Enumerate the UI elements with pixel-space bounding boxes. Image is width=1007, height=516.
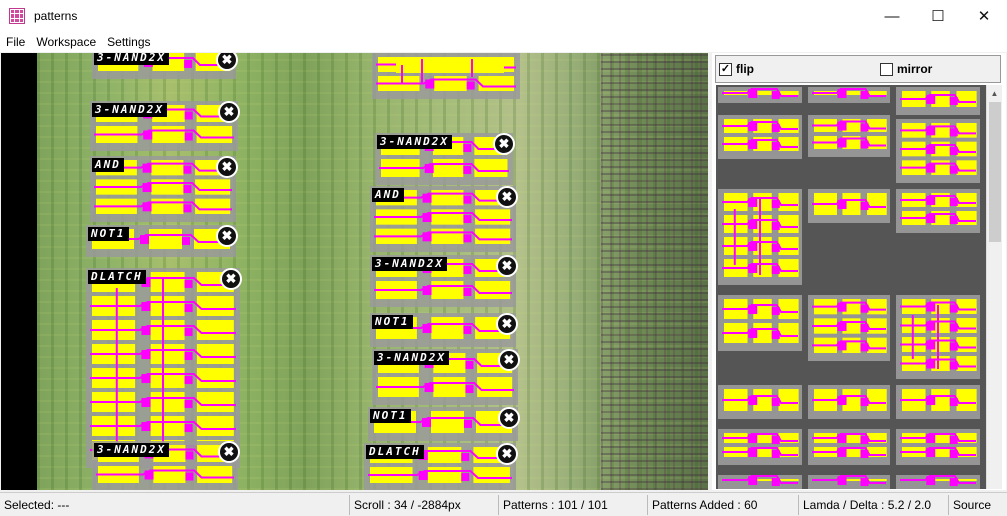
remove-cell-icon[interactable]: ✖: [218, 441, 240, 463]
status-patterns-added: Patterns Added : 60: [648, 494, 799, 515]
cell-label: NOT1: [88, 227, 129, 241]
pattern-cell[interactable]: 3-NAND2X ✖: [90, 101, 240, 151]
die-image-texture: [601, 53, 708, 490]
remove-cell-icon[interactable]: ✖: [496, 255, 518, 277]
pattern-thumbnail[interactable]: [718, 429, 802, 465]
app-icon: [9, 8, 25, 24]
remove-cell-icon[interactable]: ✖: [498, 407, 520, 429]
flip-check-box[interactable]: ✓: [719, 62, 732, 76]
pattern-thumbnail[interactable]: [718, 385, 802, 419]
pattern-thumbnail[interactable]: [718, 87, 802, 103]
pattern-thumbnail[interactable]: [718, 189, 802, 285]
remove-cell-icon[interactable]: ✖: [220, 268, 242, 290]
status-scroll: Scroll : 34 / -2884px: [350, 494, 499, 515]
remove-cell-icon[interactable]: ✖: [216, 225, 238, 247]
mirror-label: mirror: [897, 62, 933, 76]
cell-label: 3-NAND2X: [377, 135, 452, 149]
pattern-cell[interactable]: 3-NAND2X ✖: [92, 53, 238, 79]
flip-label: flip: [736, 62, 754, 76]
pattern-thumbnail[interactable]: [808, 429, 890, 465]
pattern-thumbnail[interactable]: [808, 385, 890, 419]
title-bar: patterns — ☐ ✕: [0, 0, 1007, 32]
pattern-cell[interactable]: 3-NAND2X ✖: [92, 441, 240, 490]
remove-cell-icon[interactable]: ✖: [218, 101, 240, 123]
pattern-cell[interactable]: AND ✖: [370, 186, 518, 252]
pattern-thumbnail[interactable]: [808, 295, 890, 361]
cell-label: AND: [372, 188, 404, 202]
pattern-cell[interactable]: NOT1 ✖: [368, 407, 520, 441]
pattern-thumbnail[interactable]: [896, 295, 980, 379]
status-patterns: Patterns : 101 / 101: [499, 494, 648, 515]
pattern-thumbnail[interactable]: [808, 475, 890, 489]
status-selected: Selected: ---: [0, 494, 350, 515]
menu-bar: File Workspace Settings: [0, 32, 1007, 52]
cell-label: 3-NAND2X: [372, 257, 447, 271]
pattern-thumbnail[interactable]: [718, 295, 802, 351]
pattern-thumbnail[interactable]: [808, 189, 890, 223]
workspace-canvas[interactable]: 3-NAND2X ✖ 3-NAND2X ✖ AND ✖ NOT1 ✖ DLATCH ✖ 3-NAND…: [1, 53, 708, 490]
maximize-button[interactable]: ☐: [915, 0, 961, 32]
cell-label: 3-NAND2X: [94, 443, 169, 457]
pattern-cell[interactable]: AND ✖: [90, 156, 238, 222]
flip-checkbox[interactable]: ✓ flip: [719, 62, 754, 76]
window-title: patterns: [34, 9, 78, 23]
remove-cell-icon[interactable]: ✖: [216, 156, 238, 178]
cell-label: 3-NAND2X: [92, 103, 167, 117]
pattern-cell[interactable]: DLATCH ✖: [364, 443, 518, 490]
pattern-thumbnail[interactable]: [896, 385, 980, 419]
pattern-thumbnail[interactable]: [718, 475, 802, 489]
minimize-button[interactable]: —: [869, 0, 915, 32]
gallery-scrollbar[interactable]: ▲: [986, 85, 1002, 489]
status-lamda-delta: Lamda / Delta : 5.2 / 2.0: [799, 494, 949, 515]
scroll-up-icon[interactable]: ▲: [987, 85, 1002, 101]
pattern-cell[interactable]: 3-NAND2X ✖: [370, 255, 518, 307]
pattern-thumbnail[interactable]: [896, 429, 980, 465]
mirror-checkbox[interactable]: mirror: [880, 62, 932, 76]
pattern-cell[interactable]: [372, 53, 520, 99]
status-bar: Selected: --- Scroll : 34 / -2884px Patt…: [0, 492, 1007, 516]
pattern-thumbnail[interactable]: [718, 115, 802, 159]
cell-label: NOT1: [370, 409, 411, 423]
cell-label: NOT1: [372, 315, 413, 329]
cell-label: 3-NAND2X: [94, 53, 169, 65]
pattern-gallery[interactable]: [716, 85, 986, 489]
remove-cell-icon[interactable]: ✖: [493, 133, 515, 155]
pattern-thumbnail[interactable]: [808, 87, 890, 103]
scroll-thumb[interactable]: [989, 102, 1001, 242]
pattern-cell[interactable]: 3-NAND2X ✖: [375, 133, 515, 185]
menu-workspace[interactable]: Workspace: [36, 35, 96, 49]
menu-file[interactable]: File: [6, 35, 25, 49]
remove-cell-icon[interactable]: ✖: [496, 186, 518, 208]
cell-label: AND: [92, 158, 124, 172]
pattern-options: ✓ flip mirror: [715, 55, 1001, 83]
close-button[interactable]: ✕: [961, 0, 1007, 32]
pattern-thumbnail[interactable]: [896, 475, 980, 489]
pattern-thumbnail[interactable]: [896, 87, 980, 115]
status-source: Source: [953, 497, 992, 512]
pattern-thumbnail[interactable]: [896, 119, 980, 183]
pattern-thumbnail[interactable]: [896, 189, 980, 233]
pattern-cell[interactable]: NOT1 ✖: [370, 313, 518, 347]
remove-cell-icon[interactable]: ✖: [498, 349, 520, 371]
cell-label: DLATCH: [366, 445, 424, 459]
cell-label: DLATCH: [88, 270, 146, 284]
cell-label: 3-NAND2X: [374, 351, 449, 365]
menu-settings[interactable]: Settings: [107, 35, 150, 49]
pattern-panel: ✓ flip mirror ▲: [712, 53, 1006, 490]
pattern-cell[interactable]: NOT1 ✖: [86, 225, 238, 257]
remove-cell-icon[interactable]: ✖: [496, 313, 518, 335]
pattern-cell[interactable]: 3-NAND2X ✖: [372, 349, 520, 405]
remove-cell-icon[interactable]: ✖: [496, 443, 518, 465]
mirror-check-box[interactable]: [880, 62, 893, 76]
pattern-thumbnail[interactable]: [808, 115, 890, 157]
pattern-cell[interactable]: DLATCH ✖: [86, 268, 242, 468]
